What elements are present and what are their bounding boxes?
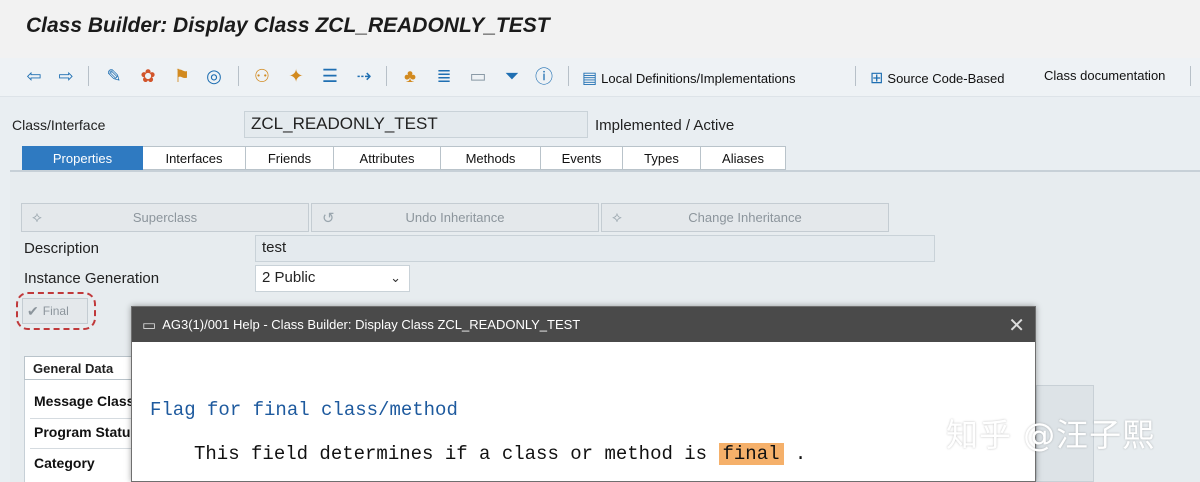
change-inheritance-button[interactable]: ⟡ Change Inheritance: [601, 203, 889, 232]
class-name-field[interactable]: ZCL_READONLY_TEST: [244, 111, 588, 138]
final-label: Final: [42, 304, 69, 318]
toolbar-separator: [1190, 66, 1191, 86]
info-icon[interactable]: ⓘ: [532, 64, 556, 88]
tab-methods[interactable]: Methods: [441, 146, 541, 170]
tab-events[interactable]: Events: [541, 146, 623, 170]
tab-strip: Properties Interfaces Friends Attributes…: [22, 146, 786, 170]
tab-aliases[interactable]: Aliases: [701, 146, 786, 170]
row-divider: [30, 448, 140, 449]
toolbar-separator: [568, 66, 569, 86]
tab-interfaces[interactable]: Interfaces: [143, 146, 246, 170]
window-icon: ▭: [142, 316, 157, 334]
application-toolbar: ⇦ ⇨ ✎ ✿ ⚑ ◎ ⚇ ✦ ☰ ⇢ ♣ ≣ ▭ ⏷ ⓘ ▤ Local De…: [0, 58, 1200, 97]
toolbar-separator: [855, 66, 856, 86]
window-title: Class Builder: Display Class ZCL_READONL…: [26, 14, 550, 37]
export-icon[interactable]: ⇢: [352, 64, 376, 88]
tab-properties[interactable]: Properties: [22, 146, 143, 170]
instance-generation-label: Instance Generation: [24, 270, 160, 287]
class-documentation-button[interactable]: Class documentation: [1044, 68, 1165, 83]
title-bar: Class Builder: Display Class ZCL_READONL…: [0, 0, 1200, 59]
description-label: Description: [24, 240, 100, 257]
toolbar-separator: [238, 66, 239, 86]
help-body-prefix: This field determines if a class or meth…: [194, 443, 719, 465]
help-keyword-highlight: final: [718, 443, 784, 465]
superclass-button[interactable]: ⟡ Superclass: [21, 203, 309, 232]
message-class-label: Message Class: [34, 393, 135, 409]
toolbar-separator: [88, 66, 89, 86]
other-object-icon[interactable]: ✎: [102, 64, 126, 88]
tree-icon[interactable]: ♣: [398, 64, 422, 88]
fold-icon[interactable]: ☰: [318, 64, 342, 88]
filter-icon[interactable]: ⏷: [500, 64, 524, 88]
back-icon[interactable]: ⇦: [22, 64, 46, 88]
superclass-label: Superclass: [132, 210, 198, 225]
program-status-label: Program Status: [34, 424, 139, 440]
status-label: Implemented / Active: [595, 117, 735, 134]
tab-types[interactable]: Types: [623, 146, 701, 170]
category-label: Category: [34, 455, 95, 471]
local-definitions-button[interactable]: ▤ Local Definitions/Implementations: [582, 68, 796, 88]
local-defs-icon: ▤: [582, 70, 598, 87]
help-body-suffix: .: [783, 443, 807, 465]
instance-generation-value: 2 Public: [262, 269, 316, 286]
display-change-icon[interactable]: ✿: [136, 64, 160, 88]
change-inheritance-icon: ⟡: [612, 209, 622, 226]
general-data-tab[interactable]: General Data: [24, 356, 144, 380]
where-used-icon[interactable]: ◎: [202, 64, 226, 88]
source-code-icon: ⊞: [870, 70, 884, 87]
help-body: This field determines if a class or meth…: [194, 443, 806, 465]
undo-icon: ↺: [322, 210, 335, 227]
frame-icon[interactable]: ▭: [466, 64, 490, 88]
align-icon[interactable]: ≣: [432, 64, 456, 88]
final-checkbox[interactable]: ✔ Final: [22, 298, 88, 324]
help-dialog: ▭ AG3(1)/001 Help - Class Builder: Displ…: [131, 306, 1036, 482]
class-interface-label: Class/Interface: [12, 117, 106, 133]
undo-inheritance-label: Undo Inheritance: [405, 210, 505, 225]
local-definitions-label: Local Definitions/Implementations: [601, 70, 796, 86]
help-dialog-title: AG3(1)/001 Help - Class Builder: Display…: [162, 317, 581, 332]
row-divider: [30, 418, 140, 419]
pattern-icon[interactable]: ✦: [284, 64, 308, 88]
help-dialog-titlebar: ▭ AG3(1)/001 Help - Class Builder: Displ…: [132, 307, 1035, 342]
help-heading: Flag for final class/method: [150, 399, 458, 421]
change-inheritance-label: Change Inheritance: [688, 210, 802, 225]
source-code-label: Source Code-Based: [887, 70, 1005, 86]
superclass-icon: ⟡: [32, 209, 42, 226]
close-icon[interactable]: ✕: [1008, 313, 1025, 338]
description-field[interactable]: test: [255, 235, 935, 262]
chevron-down-icon: ⌄: [390, 270, 401, 285]
watermark: 知乎 @汪子熙: [946, 416, 1156, 454]
tab-attributes[interactable]: Attributes: [334, 146, 441, 170]
hierarchy-icon[interactable]: ⚇: [250, 64, 274, 88]
tab-friends[interactable]: Friends: [246, 146, 334, 170]
toolbar-separator: [386, 66, 387, 86]
activate-icon[interactable]: ⚑: [170, 64, 194, 88]
forward-icon[interactable]: ⇨: [54, 64, 78, 88]
class-documentation-label: Class documentation: [1044, 68, 1166, 83]
source-code-based-button[interactable]: ⊞ Source Code-Based: [870, 68, 1004, 88]
undo-inheritance-button[interactable]: ↺ Undo Inheritance: [311, 203, 599, 232]
instance-generation-select[interactable]: 2 Public ⌄: [255, 265, 410, 292]
checkmark-icon: ✔: [27, 302, 39, 319]
